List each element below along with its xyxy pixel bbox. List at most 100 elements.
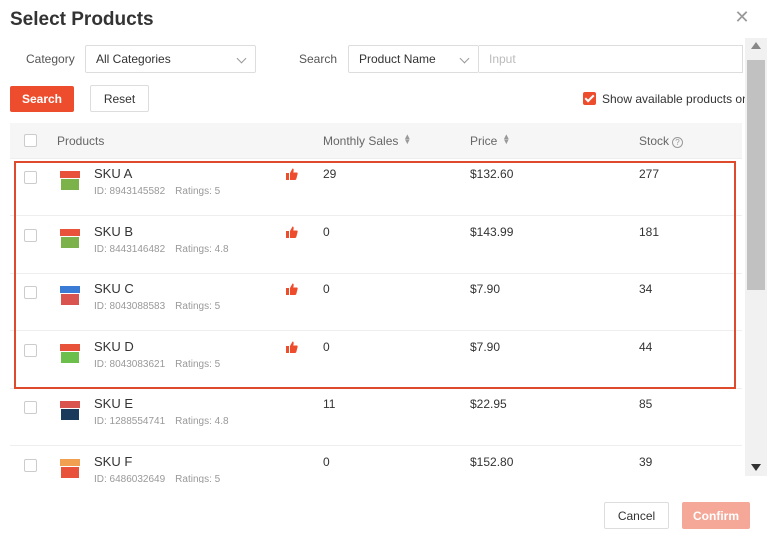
monthly-sales-value: 11 [323,397,336,411]
category-select-value: All Categories [96,52,171,66]
product-ratings: Ratings: 5 [175,473,221,484]
row-checkbox[interactable] [24,401,37,414]
thumbs-up-icon [286,341,298,353]
search-field-select[interactable]: Product Name [348,45,479,73]
stock-value: 39 [639,454,653,469]
stock-value: 181 [639,224,660,239]
monthly-sales-value: 0 [323,454,330,469]
product-ratings: Ratings: 4.8 [175,243,229,255]
row-checkbox[interactable] [24,458,37,472]
table-row[interactable]: SKU C ID: 8043088583 Ratings: 5 0 $7.90 34 [10,274,742,331]
stock-value: 34 [639,282,653,296]
thumbs-up-icon [286,168,298,180]
search-button[interactable]: Search [10,86,74,112]
product-thumbnail [58,456,82,480]
help-icon[interactable]: ? [672,137,684,148]
table-row[interactable]: SKU E ID: 1288554741 Ratings: 4.8 11 $22.95 8… [10,389,742,446]
table-row[interactable]: SKU B ID: 8443146482 Ratings: 4.8 0 $143.99 1… [10,216,742,274]
monthly-sales-value: 0 [323,282,330,296]
column-price[interactable]: Price ▲ ▼ [470,133,510,149]
column-price-label: Price [470,134,498,148]
product-meta: ID: 8443146482 Ratings: 4.8 [94,244,229,255]
stock-value: 44 [639,339,653,354]
product-name: SKU B [94,223,134,239]
product-thumbnail [58,226,82,250]
product-meta: ID: 8043088583 Ratings: 5 [94,301,220,312]
price-value: $152.80 [470,454,514,469]
monthly-sales-value: 29 [323,167,337,181]
cancel-button[interactable]: Cancel [604,502,669,529]
product-id: ID: 8043083621 [94,358,166,370]
thumbs-up-icon [286,226,298,238]
product-thumbnail [58,283,82,307]
products-table: Products Monthly Sales ▲ ▼ Price ▲ ▼ Stock? … [10,123,742,483]
close-icon[interactable]: ✕ [733,8,751,26]
price-value: $22.95 [470,397,507,411]
scroll-down-arrow-icon[interactable] [751,464,761,471]
row-checkbox[interactable] [24,343,37,357]
search-input-wrap [479,45,743,73]
column-monthly-sales[interactable]: Monthly Sales ▲ ▼ [323,133,411,149]
product-meta: ID: 8943145582 Ratings: 5 [94,186,220,197]
column-monthly-sales-label: Monthly Sales [323,134,399,148]
row-checkbox[interactable] [24,286,37,299]
product-name: SKU D [94,338,134,354]
sort-icon[interactable]: ▲ ▼ [502,133,510,146]
table-row[interactable]: SKU A ID: 8943145582 Ratings: 5 29 $132.60 27… [10,159,742,216]
product-id: ID: 8443146482 [94,243,166,255]
price-value: $7.90 [470,339,501,354]
row-checkbox[interactable] [24,171,37,184]
confirm-button[interactable]: Confirm [682,502,750,529]
select-all-checkbox[interactable] [24,134,37,147]
reset-button[interactable]: Reset [90,85,149,112]
modal-title: Select Products [10,9,154,30]
category-select[interactable]: All Categories [85,45,256,73]
scroll-up-arrow-icon[interactable] [751,42,761,49]
table-row[interactable]: SKU F ID: 6486032649 Ratings: 5 0 $152.80 39 [10,446,742,484]
product-thumbnail [58,398,82,422]
stock-value: 85 [639,397,653,411]
product-ratings: Ratings: 5 [175,358,221,370]
scrollbar-thumb[interactable] [747,60,765,290]
product-meta: ID: 8043083621 Ratings: 5 [94,359,220,370]
product-id: ID: 8043088583 [94,301,166,312]
search-input[interactable] [479,46,742,72]
product-ratings: Ratings: 5 [175,186,221,197]
search-field-value: Product Name [359,52,436,66]
column-stock: Stock? [639,134,684,148]
monthly-sales-value: 0 [323,339,330,354]
sort-icon[interactable]: ▲ ▼ [403,133,411,146]
monthly-sales-value: 0 [323,224,330,239]
product-name: SKU A [94,166,133,181]
column-stock-label: Stock [639,134,670,148]
product-meta: ID: 1288554741 Ratings: 4.8 [94,416,229,427]
product-name: SKU C [94,281,134,296]
table-header: Products Monthly Sales ▲ ▼ Price ▲ ▼ Stock? [10,123,742,159]
product-id: ID: 6486032649 [94,473,166,484]
product-meta: ID: 6486032649 Ratings: 5 [94,474,220,484]
checkbox-checked-icon[interactable] [583,92,596,105]
product-thumbnail [58,168,82,192]
chevron-down-icon [459,53,470,64]
scrollbar[interactable] [745,38,767,476]
product-name: SKU F [94,453,133,469]
show-available-toggle[interactable]: Show available products on [583,92,749,106]
product-ratings: Ratings: 4.8 [175,416,229,427]
product-name: SKU E [94,396,134,411]
column-products: Products [57,134,105,148]
thumbs-up-icon [286,283,298,295]
row-checkbox[interactable] [24,228,37,242]
show-available-label: Show available products on [602,92,749,106]
product-id: ID: 1288554741 [94,416,166,427]
product-ratings: Ratings: 5 [175,301,221,312]
chevron-down-icon [236,53,247,64]
select-products-modal: Select Products ✕ Category All Categorie… [0,0,779,537]
stock-value: 277 [639,167,660,181]
search-label: Search [299,52,338,66]
table-row[interactable]: SKU D ID: 8043083621 Ratings: 5 0 $7.90 44 [10,331,742,389]
price-value: $132.60 [470,167,514,181]
price-value: $7.90 [470,282,501,296]
product-thumbnail [58,341,82,365]
product-id: ID: 8943145582 [94,186,166,197]
price-value: $143.99 [470,224,514,239]
